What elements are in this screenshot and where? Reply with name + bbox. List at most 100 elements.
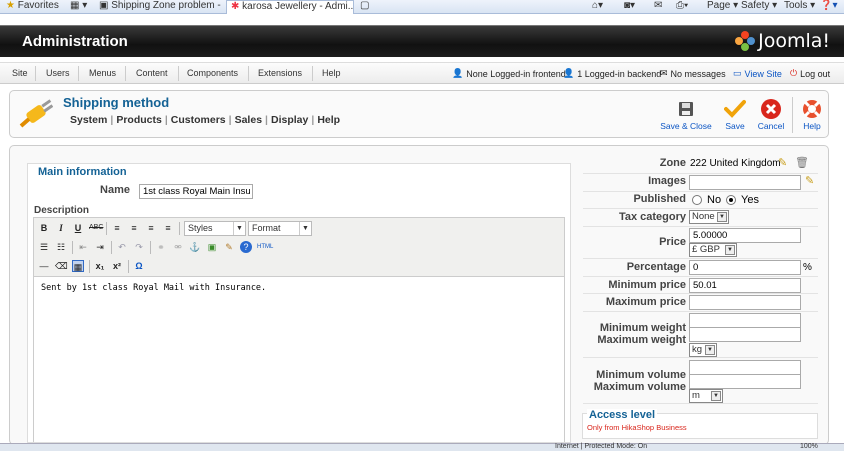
- percentage-input[interactable]: 0: [689, 260, 801, 275]
- align-justify-icon[interactable]: ≡: [162, 222, 174, 234]
- submenu-display[interactable]: Display: [268, 114, 311, 126]
- published-yes-radio[interactable]: [726, 195, 736, 205]
- min-price-input[interactable]: 50.01: [689, 278, 801, 293]
- menu-components[interactable]: Components: [187, 68, 238, 78]
- max-volume-input[interactable]: [689, 374, 801, 389]
- menu-extensions[interactable]: Extensions: [258, 68, 302, 78]
- submenu-customers[interactable]: Customers: [168, 114, 229, 126]
- numbered-list-icon[interactable]: ☷: [55, 241, 67, 253]
- admin-menubar: Site Users Menus Content Components Exte…: [0, 62, 844, 84]
- indent-icon[interactable]: ⇥: [94, 241, 106, 253]
- delete-trash-icon[interactable]: 🗑: [795, 156, 809, 169]
- align-left-icon[interactable]: ≡: [111, 222, 123, 234]
- menu-help[interactable]: Help: [322, 68, 341, 78]
- redo-icon[interactable]: ↷: [133, 241, 145, 253]
- users-icon: 👤: [452, 68, 464, 78]
- unlink-icon[interactable]: ⚮: [172, 241, 184, 253]
- align-center-icon[interactable]: ≡: [128, 222, 140, 234]
- cleanup-icon[interactable]: ✎: [223, 241, 235, 253]
- strikethrough-icon[interactable]: ABC: [89, 222, 103, 234]
- browser-tab-shipping-zone[interactable]: ▣ Shipping Zone problem - ...: [95, 0, 223, 14]
- new-tab-button[interactable]: ▢: [356, 0, 370, 14]
- visual-aid-icon[interactable]: ▦: [72, 260, 84, 272]
- bullet-list-icon[interactable]: ☰: [38, 241, 50, 253]
- tools-menu[interactable]: Tools ▾: [780, 0, 819, 14]
- min-price-label: Minimum price: [608, 279, 686, 291]
- editor-content-area[interactable]: [34, 276, 564, 442]
- edit-zone-icon[interactable]: ✎: [778, 156, 787, 169]
- menu-menus[interactable]: Menus: [89, 68, 116, 78]
- format-select[interactable]: Format ▼: [248, 221, 312, 236]
- backend-status: 👤 1 Logged-in backend: [563, 68, 662, 79]
- home-icon[interactable]: ⌂▾: [588, 0, 607, 14]
- menu-site[interactable]: Site: [12, 68, 28, 78]
- undo-icon[interactable]: ↶: [116, 241, 128, 253]
- subscript-icon[interactable]: x₁: [94, 260, 106, 272]
- browser-tab-karosa[interactable]: ✱ karosa Jewellery - Admi... ✕: [226, 0, 354, 14]
- max-volume-label: Maximum volume: [593, 381, 686, 393]
- submenu-system[interactable]: System: [67, 114, 110, 126]
- joomla-favicon-icon: ✱: [231, 1, 240, 12]
- published-no-label: No: [707, 194, 722, 206]
- price-input[interactable]: 5.00000: [689, 228, 801, 243]
- tax-category-select[interactable]: None ▼: [689, 210, 729, 224]
- menu-content[interactable]: Content: [136, 68, 168, 78]
- min-weight-input[interactable]: [689, 313, 801, 328]
- zoom-level[interactable]: 100%: [800, 443, 818, 451]
- percentage-label: Percentage: [626, 261, 686, 273]
- joomla-flower-icon: [735, 31, 756, 51]
- favorites-button[interactable]: ★ Favorites: [2, 0, 63, 14]
- html-source-icon[interactable]: HTML: [257, 241, 273, 253]
- remove-format-icon[interactable]: ⌫: [55, 260, 68, 272]
- images-input[interactable]: [689, 175, 801, 190]
- superscript-icon[interactable]: x²: [111, 260, 123, 272]
- page-icon: ▣: [99, 0, 109, 11]
- star-icon: ★: [6, 0, 15, 11]
- anchor-icon[interactable]: ⚓: [189, 241, 201, 253]
- name-input[interactable]: 1st class Royal Main Insu: [139, 184, 253, 199]
- max-price-input[interactable]: [689, 295, 801, 310]
- save-button[interactable]: Save: [720, 99, 750, 131]
- underline-icon[interactable]: U: [72, 222, 84, 234]
- published-no-radio[interactable]: [692, 195, 702, 205]
- special-character-icon[interactable]: Ω: [133, 260, 145, 272]
- submenu: System | Products | Customers | Sales | Disp…: [67, 114, 343, 126]
- dropdown-arrow-icon: ▼: [299, 222, 311, 235]
- submenu-sales[interactable]: Sales: [232, 114, 265, 126]
- horizontal-rule-icon[interactable]: —: [38, 260, 50, 272]
- styles-select[interactable]: Styles ▼: [184, 221, 246, 236]
- cancel-button[interactable]: Cancel: [754, 99, 788, 131]
- logout-link[interactable]: ⏻ Log out: [790, 68, 830, 79]
- outdent-icon[interactable]: ⇤: [77, 241, 89, 253]
- volume-unit-select[interactable]: m ▼: [689, 389, 723, 403]
- plug-icon: [19, 98, 54, 130]
- images-label: Images: [648, 175, 686, 187]
- browser-tabbar: ★ Favorites ▦ ▾ ▣ Shipping Zone problem …: [0, 0, 844, 14]
- mail-icon[interactable]: ✉: [650, 0, 666, 14]
- help-circle-icon[interactable]: ❓▾: [816, 0, 841, 14]
- messages-status[interactable]: ✉ No messages: [660, 68, 726, 79]
- align-right-icon[interactable]: ≡: [145, 222, 157, 234]
- image-icon[interactable]: ▣: [206, 241, 218, 253]
- safety-menu[interactable]: Safety ▾: [737, 0, 781, 14]
- description-label: Description: [34, 205, 90, 216]
- bold-icon[interactable]: B: [38, 222, 50, 234]
- weight-unit-select[interactable]: kg ▼: [689, 343, 717, 357]
- save-close-button[interactable]: Save & Close: [660, 99, 712, 131]
- help-icon[interactable]: ?: [240, 241, 252, 253]
- feeds-icon[interactable]: ◙▾: [620, 0, 639, 14]
- submenu-products[interactable]: Products: [113, 114, 165, 126]
- print-icon[interactable]: ⎙▾: [672, 0, 692, 14]
- min-volume-input[interactable]: [689, 360, 801, 375]
- italic-icon[interactable]: I: [55, 222, 67, 234]
- link-icon[interactable]: ⚭: [155, 241, 167, 253]
- menu-users[interactable]: Users: [46, 68, 70, 78]
- name-label: Name: [100, 184, 130, 196]
- quick-tabs-icon[interactable]: ▦ ▾: [66, 0, 90, 14]
- add-image-icon[interactable]: ✎: [805, 174, 814, 187]
- max-weight-input[interactable]: [689, 327, 801, 342]
- currency-select[interactable]: £ GBP ▼: [689, 243, 737, 257]
- view-site-link[interactable]: ▭ View Site: [733, 68, 782, 79]
- help-button[interactable]: Help: [798, 99, 826, 131]
- submenu-help[interactable]: Help: [314, 114, 343, 126]
